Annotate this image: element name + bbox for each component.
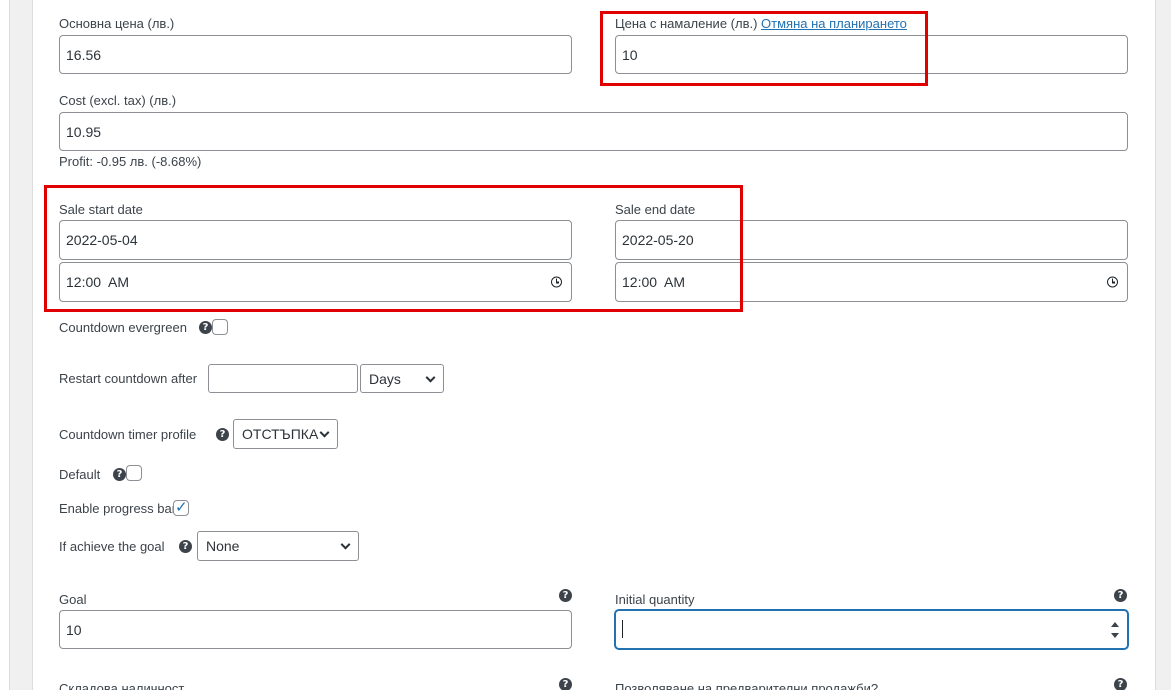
right-gutter [1156, 0, 1171, 690]
sale-price-label: Цена с намаление (лв.) [615, 16, 758, 31]
help-icon[interactable]: ? [216, 428, 229, 441]
spinner-up-icon[interactable] [1111, 621, 1119, 627]
restart-countdown-input[interactable] [208, 364, 358, 393]
stock-label: Складова наличност [59, 681, 185, 690]
sale-end-date-value: 2022-05-20 [622, 232, 694, 248]
initial-qty-input[interactable] [615, 610, 1128, 649]
checkmark-icon: ✓ [175, 498, 188, 516]
restart-unit-select[interactable]: Days [360, 364, 444, 393]
progress-bar-label: Enable progress bar [59, 501, 177, 516]
default-checkbox[interactable] [126, 465, 142, 481]
timer-profile-label: Countdown timer profile [59, 427, 197, 442]
achieve-goal-label: If achieve the goal [59, 539, 165, 554]
help-icon[interactable]: ? [559, 678, 572, 690]
progress-bar-checkbox[interactable]: ✓ [173, 498, 189, 516]
goal-label: Goal [59, 592, 87, 607]
regular-price-label: Основна цена (лв.) [59, 16, 175, 31]
regular-price-input[interactable]: 16.56 [59, 35, 572, 74]
chevron-down-icon [340, 539, 351, 550]
help-icon[interactable]: ? [1114, 678, 1127, 690]
help-icon[interactable]: ? [179, 540, 192, 553]
clock-icon[interactable] [551, 276, 562, 288]
countdown-evergreen-checkbox[interactable] [212, 319, 228, 335]
spinner-down-icon[interactable] [1111, 632, 1119, 638]
sale-start-label: Sale start date [59, 202, 143, 217]
sale-end-time-input[interactable]: 12:00 AM [615, 262, 1128, 302]
achieve-goal-select[interactable]: None [197, 531, 359, 561]
goal-value: 10 [66, 621, 82, 638]
timer-profile-value: ОТСТЪПКА [242, 426, 319, 442]
initial-qty-label: Initial quantity [615, 592, 695, 607]
left-gutter [0, 0, 32, 690]
default-label: Default [59, 467, 101, 482]
countdown-evergreen-label: Countdown evergreen [59, 320, 187, 335]
sale-price-label-group: Цена с намаление (лв.) Отмяна на планира… [615, 16, 907, 32]
product-data-panel [32, 0, 1156, 690]
clock-icon[interactable] [1107, 276, 1118, 288]
sale-start-time-input[interactable]: 12:00 AM [59, 262, 572, 302]
cost-label: Cost (excl. tax) (лв.) [59, 93, 177, 108]
sale-price-input[interactable]: 10 [615, 35, 1128, 74]
regular-price-value: 16.56 [66, 46, 102, 63]
text-cursor [622, 620, 623, 638]
help-icon[interactable]: ? [1114, 589, 1127, 602]
sale-end-label: Sale end date [615, 202, 696, 217]
sale-start-date-value: 2022-05-04 [66, 232, 138, 248]
cost-value: 10.95 [66, 123, 102, 140]
number-spinner[interactable] [1111, 621, 1119, 639]
timer-profile-select[interactable]: ОТСТЪПКА [233, 419, 338, 449]
profit-text: Profit: -0.95 лв. (-8.68%) [59, 154, 202, 169]
help-icon[interactable]: ? [199, 321, 212, 334]
cancel-schedule-link[interactable]: Отмяна на планирането [761, 16, 907, 31]
restart-countdown-label: Restart countdown after [59, 371, 198, 386]
cost-input[interactable]: 10.95 [59, 112, 1128, 151]
sale-start-date-input[interactable]: 2022-05-04 [59, 220, 572, 260]
sale-start-time-value: 12:00 AM [66, 274, 130, 290]
sale-price-value: 10 [622, 46, 638, 63]
achieve-goal-value: None [206, 538, 240, 554]
help-icon[interactable]: ? [113, 468, 126, 481]
chevron-down-icon [425, 372, 436, 383]
backorders-label: Позволяване на предварителни продажби? [615, 681, 879, 690]
help-icon[interactable]: ? [559, 589, 572, 602]
left-gutter-edge [0, 0, 10, 690]
restart-unit-value: Days [369, 370, 401, 387]
chevron-down-icon [319, 427, 330, 438]
sale-end-date-input[interactable]: 2022-05-20 [615, 220, 1128, 260]
sale-end-time-value: 12:00 AM [622, 274, 686, 290]
goal-input[interactable]: 10 [59, 610, 572, 649]
